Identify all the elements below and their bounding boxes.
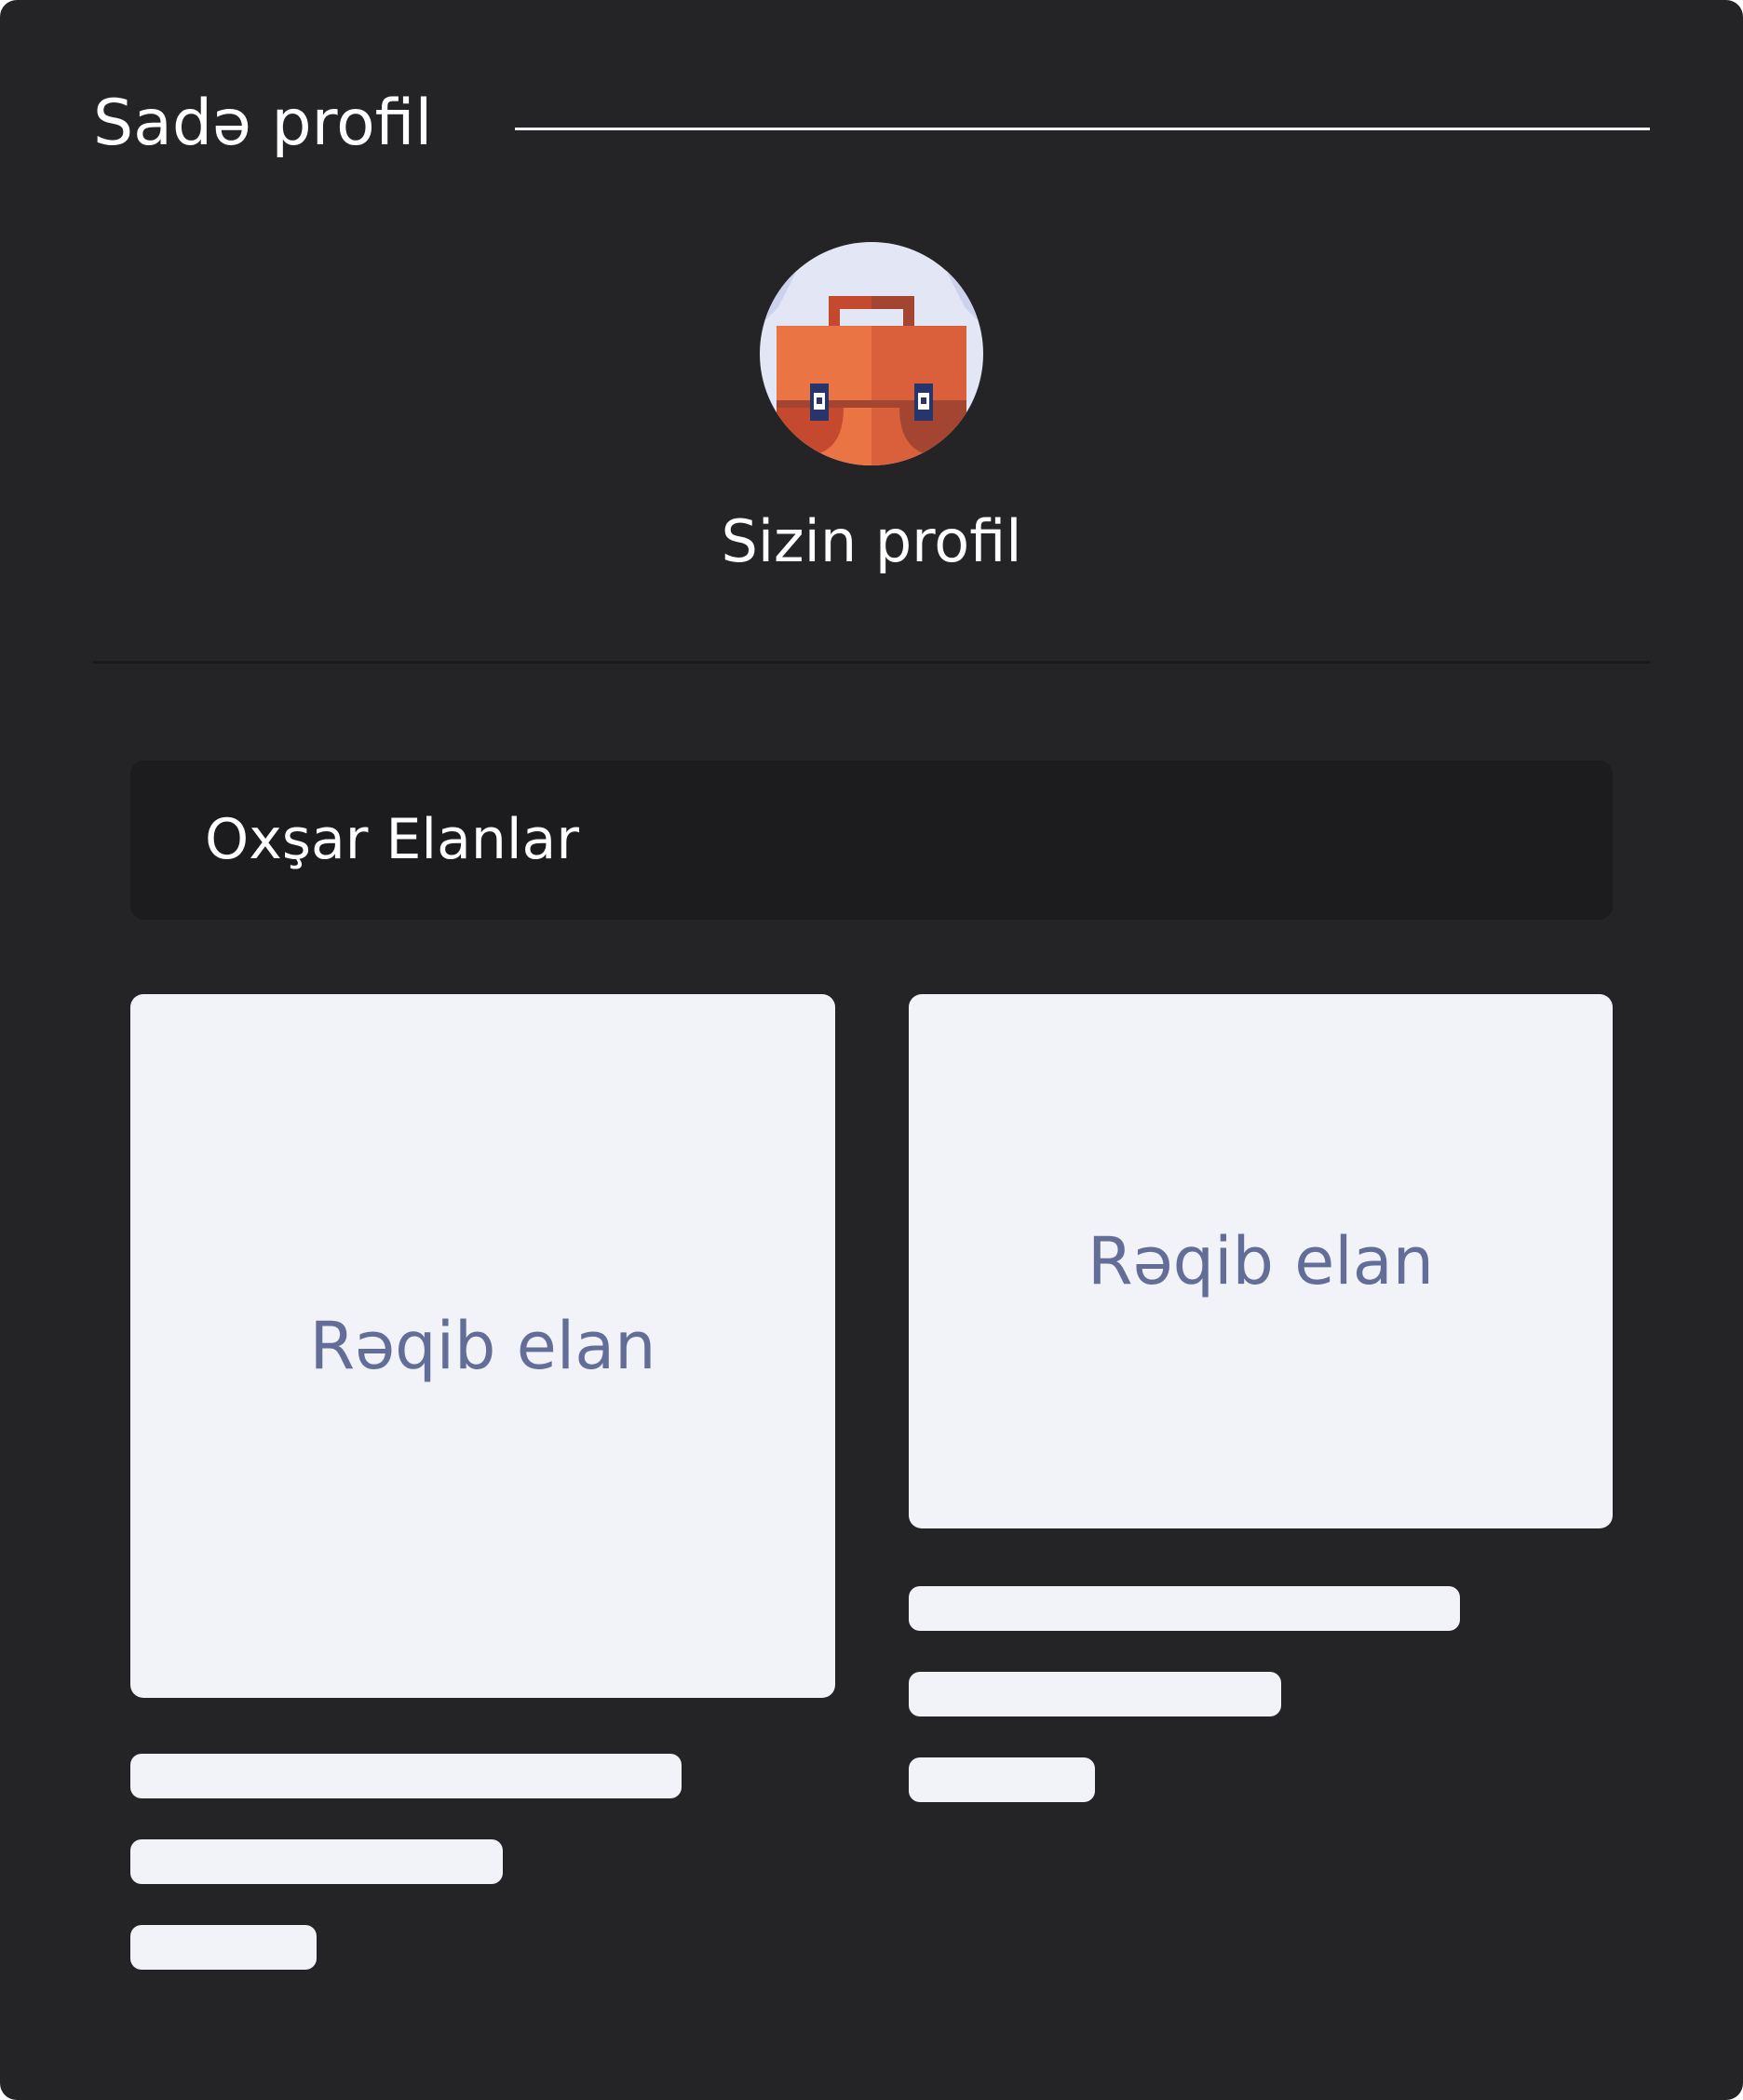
- listing-card-1-subtitle-placeholder: [130, 1839, 503, 1884]
- listing-card-2-title-placeholder: [909, 1586, 1460, 1631]
- listing-card-1-title-placeholder: [130, 1754, 682, 1798]
- listing-card-2-image-label: Rəqib elan: [1087, 1223, 1435, 1299]
- simple-profile-panel: Sadə profil Sizin profil Oxşar Elanlar R…: [0, 0, 1743, 2100]
- similar-listings-header: Oxşar Elanlar: [130, 761, 1613, 920]
- header-divider: [515, 128, 1650, 130]
- listing-card-1-image-label: Rəqib elan: [309, 1308, 656, 1384]
- listing-card-2-price-placeholder: [909, 1757, 1095, 1802]
- profile-name: Sizin profil: [721, 507, 1022, 575]
- listing-card-2-subtitle-placeholder: [909, 1672, 1281, 1716]
- section-divider: [93, 661, 1650, 664]
- listing-card-1-image[interactable]: Rəqib elan: [130, 994, 835, 1698]
- briefcase-icon: [760, 242, 983, 465]
- profile-avatar[interactable]: [760, 242, 983, 465]
- page-title: Sadə profil: [93, 87, 433, 160]
- similar-listings-title: Oxşar Elanlar: [205, 807, 579, 872]
- listing-card-1-price-placeholder: [130, 1925, 317, 1970]
- listing-card-2-image[interactable]: Rəqib elan: [909, 994, 1613, 1528]
